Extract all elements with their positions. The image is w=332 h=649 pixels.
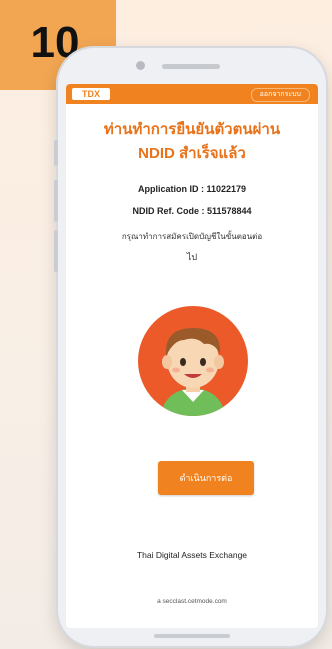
title-line-2: NDID สำเร็จแล้ว: [138, 145, 246, 162]
app-logo[interactable]: TDX: [72, 88, 110, 100]
app-screen: TDX ออกจากระบบ ท่านทำการยืนยันตัวตนผ่าน …: [66, 84, 318, 628]
url-text: a secclast.cetmode.com: [157, 598, 227, 605]
phone-volume-button: [54, 180, 58, 222]
person-avatar-icon: [138, 306, 248, 416]
title-line-1: ท่านทำการยืนยันตัวตนผ่าน: [103, 121, 281, 138]
app-header: TDX ออกจากระบบ: [66, 84, 318, 104]
ndid-ref-code: NDID Ref. Code : 511578844: [132, 206, 252, 216]
logout-link[interactable]: ออกจากระบบ: [250, 88, 310, 102]
phone-speaker: [162, 64, 220, 69]
home-indicator: [154, 634, 230, 638]
user-avatar: [138, 306, 248, 416]
phone-camera: [136, 61, 145, 70]
page-title: ท่านทำการยืนยันตัวตนผ่าน NDID สำเร็จแล้ว: [66, 118, 318, 166]
continue-button[interactable]: ดำเนินการต่อ: [158, 461, 254, 495]
application-id: Application ID : 11022179: [137, 184, 247, 194]
phone-volume-button: [54, 230, 58, 272]
instruction-text: กรุณาทำการสมัครเปิดบัญชีในขั้นตอนต่อ: [121, 232, 263, 241]
phone-frame: TDX ออกจากระบบ ท่านทำการยืนยันตัวตนผ่าน …: [54, 48, 326, 646]
phone-side-button: [54, 140, 58, 166]
instruction-text-cont: ไป: [186, 252, 198, 262]
footer-text: Thai Digital Assets Exchange: [136, 550, 248, 560]
